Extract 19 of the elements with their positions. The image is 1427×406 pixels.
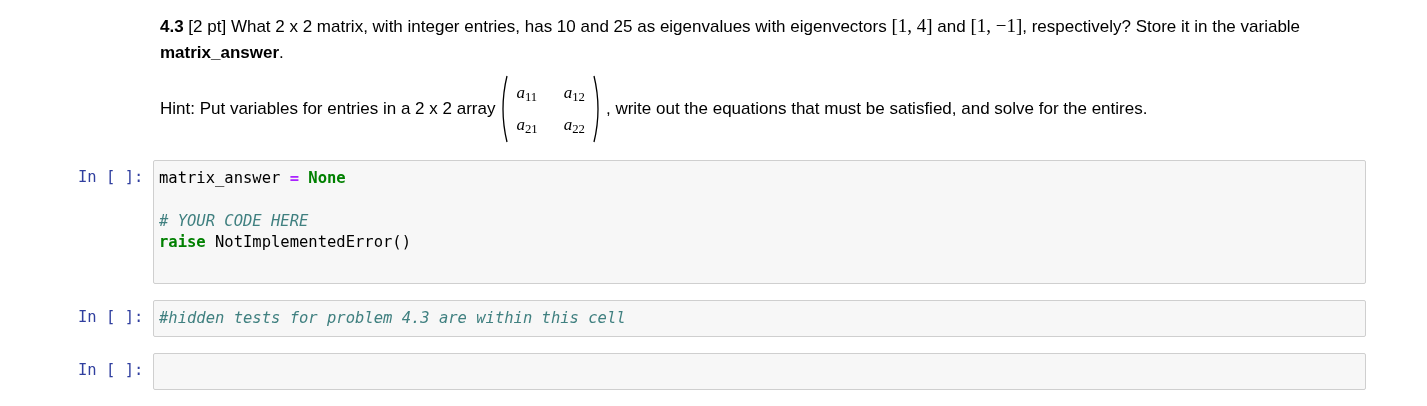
matrix-entry: a$_{12}$ bbox=[563, 84, 585, 102]
code-line: raise NotImplementedError() bbox=[159, 232, 412, 253]
cell-prompt: In [ ]: bbox=[78, 167, 145, 188]
parenthesis-icon bbox=[592, 75, 602, 143]
hint-text: Hint: Put variables for entries in a 2 x 2 array bbox=[160, 98, 496, 121]
code-line: matrix_answer = None bbox=[159, 168, 347, 189]
matrix-entry: a$_{21}$ bbox=[516, 116, 538, 134]
code-line: #hidden tests for problem 4.3 are within this cell bbox=[159, 308, 627, 329]
matrix-entry: a$_{11}$ bbox=[516, 84, 538, 102]
matrix-entry: a$_{22}$ bbox=[563, 116, 585, 134]
code-cell[interactable]: #hidden tests for problem 4.3 are within this cell bbox=[153, 300, 1366, 337]
cell-prompt: In [ ]: bbox=[78, 307, 145, 328]
code-line: # YOUR CODE HERE bbox=[159, 211, 310, 232]
code-cell[interactable]: matrix_answer = None # YOUR CODE HERE raise NotImplementedError() bbox=[153, 160, 1366, 284]
question-text: 4.3 [2 pt] What 2 x 2 matrix, with integer entries, has 10 and 25 as eigenvalues with eigenvectors [1, 4] and [1, −1], respectively? Store it in the variable matrix_answer. bbox=[160, 14, 1302, 64]
hint-text: , write out the equations that must be satisfied, and solve for the entires. bbox=[605, 98, 1148, 121]
code-cell[interactable] bbox=[153, 353, 1366, 390]
parenthesis-icon bbox=[499, 75, 509, 143]
cell-prompt: In [ ]: bbox=[78, 360, 145, 381]
